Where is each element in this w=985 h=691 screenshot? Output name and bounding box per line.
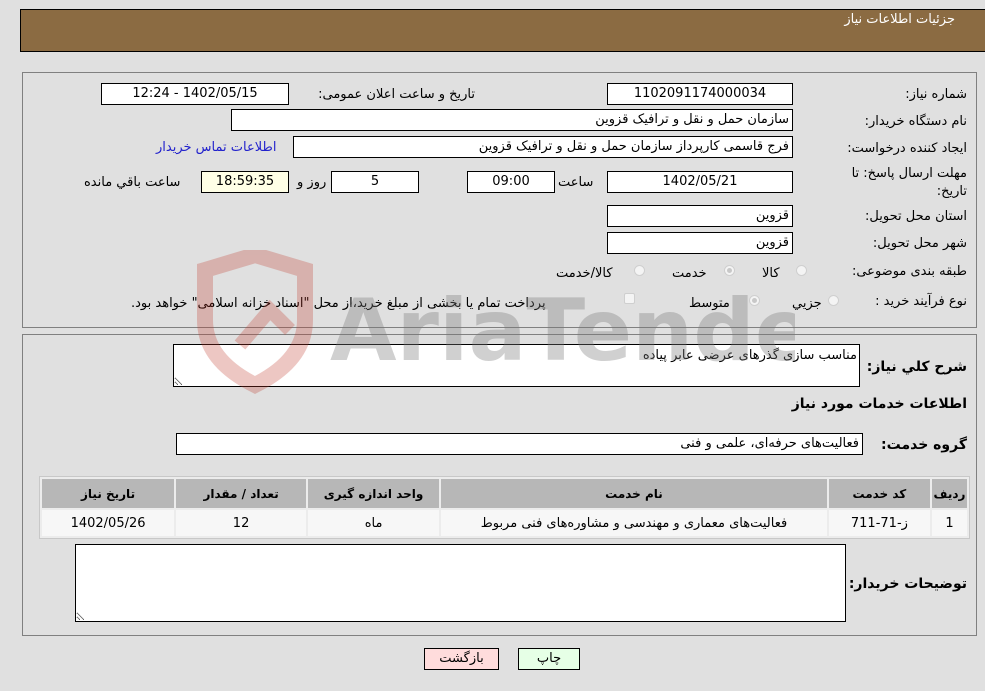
announce-datetime-label: تاریخ و ساعت اعلان عمومی: (318, 87, 475, 102)
need-number-label: شماره نیاز: (905, 87, 967, 102)
col-header-quantity: تعداد / مقدار (176, 479, 307, 508)
buyer-contact-link[interactable]: اطلاعات تماس خریدار (156, 140, 276, 155)
cell-row-number: 1 (931, 510, 967, 536)
deadline-date-field: 1402/05/21 (607, 171, 793, 193)
description-value: مناسب سازی گذرهای عرضی عابر پیاده (642, 348, 857, 363)
service-group-field: فعالیت‌های حرفه‌ای، علمی و فنی (176, 433, 863, 455)
description-label: شرح کلي نیاز: (866, 359, 967, 375)
services-section-title: اطلاعات خدمات مورد نیاز (791, 396, 967, 412)
category-radio-service[interactable] (724, 265, 735, 276)
buyer-notes-textarea[interactable] (75, 544, 846, 622)
cell-service-name: فعالیت‌های معماری و مهندسی و مشاوره‌های … (441, 510, 827, 536)
table-header-row: ردیف کد خدمت نام خدمت واحد اندازه گیری ت… (42, 479, 967, 508)
purchase-type-label: نوع فرآیند خرید : (875, 294, 967, 309)
category-radio-goods-service[interactable] (634, 265, 645, 276)
col-header-service-code: کد خدمت (828, 479, 930, 508)
category-option-goods-service: کالا/خدمت (556, 266, 613, 281)
buyer-org-label: نام دستگاه خریدار: (864, 114, 967, 129)
days-remaining-field: 5 (331, 171, 419, 193)
requester-label: ایجاد کننده درخواست: (847, 141, 967, 156)
purchase-radio-minor[interactable] (828, 295, 839, 306)
cell-quantity: 12 (176, 510, 307, 536)
time-remaining-field: 18:59:35 (201, 171, 289, 193)
service-group-label: گروه خدمت: (881, 437, 967, 453)
col-header-unit: واحد اندازه گیری (308, 479, 440, 508)
category-option-goods: کالا (762, 266, 780, 281)
cell-unit: ماه (308, 510, 440, 536)
col-header-service-name: نام خدمت (441, 479, 827, 508)
deadline-time-label: ساعت (558, 175, 594, 190)
col-header-row-number: ردیف (931, 479, 967, 508)
category-option-service: خدمت (672, 266, 707, 281)
deadline-label: مهلت ارسال پاسخ: تا تاریخ: (851, 166, 967, 199)
print-button[interactable]: چاپ (518, 648, 580, 670)
requester-field: فرج قاسمی کارپرداز سازمان حمل و نقل و تر… (293, 136, 793, 158)
table-row: 1 ز-71-711 فعالیت‌های معماری و مهندسی و … (42, 510, 967, 536)
page-title: جزئیات اطلاعات نیاز (844, 12, 955, 27)
time-remaining-label: ساعت باقي مانده (84, 175, 181, 190)
province-label: استان محل تحویل: (865, 209, 967, 224)
purchase-radio-medium[interactable] (749, 295, 760, 306)
category-label: طبقه بندی موضوعی: (851, 264, 967, 279)
services-table: ردیف کد خدمت نام خدمت واحد اندازه گیری ت… (39, 476, 970, 539)
announce-datetime-field: 1402/05/15 - 12:24 (101, 83, 289, 105)
treasury-checkbox[interactable] (624, 293, 635, 304)
purchase-option-minor: جزیي (792, 296, 822, 311)
purchase-option-medium: متوسط (689, 296, 730, 311)
page-header (20, 9, 985, 52)
city-field: قزوین (607, 232, 793, 254)
treasury-note: پرداخت تمام یا بخشی از مبلغ خرید،از محل … (131, 296, 546, 311)
cell-service-code: ز-71-711 (828, 510, 930, 536)
need-number-field: 1102091174000034 (607, 83, 793, 105)
days-label: روز و (297, 175, 327, 190)
col-header-need-date: تاریخ نیاز (42, 479, 175, 508)
city-label: شهر محل تحویل: (872, 236, 967, 251)
buyer-org-field: سازمان حمل و نقل و ترافیک قزوین (231, 109, 793, 131)
buyer-notes-label: توضیحات خریدار: (848, 576, 967, 592)
category-radio-goods[interactable] (796, 265, 807, 276)
cell-need-date: 1402/05/26 (42, 510, 175, 536)
deadline-time-field: 09:00 (467, 171, 555, 193)
province-field: قزوین (607, 205, 793, 227)
back-button[interactable]: بازگشت (424, 648, 499, 670)
